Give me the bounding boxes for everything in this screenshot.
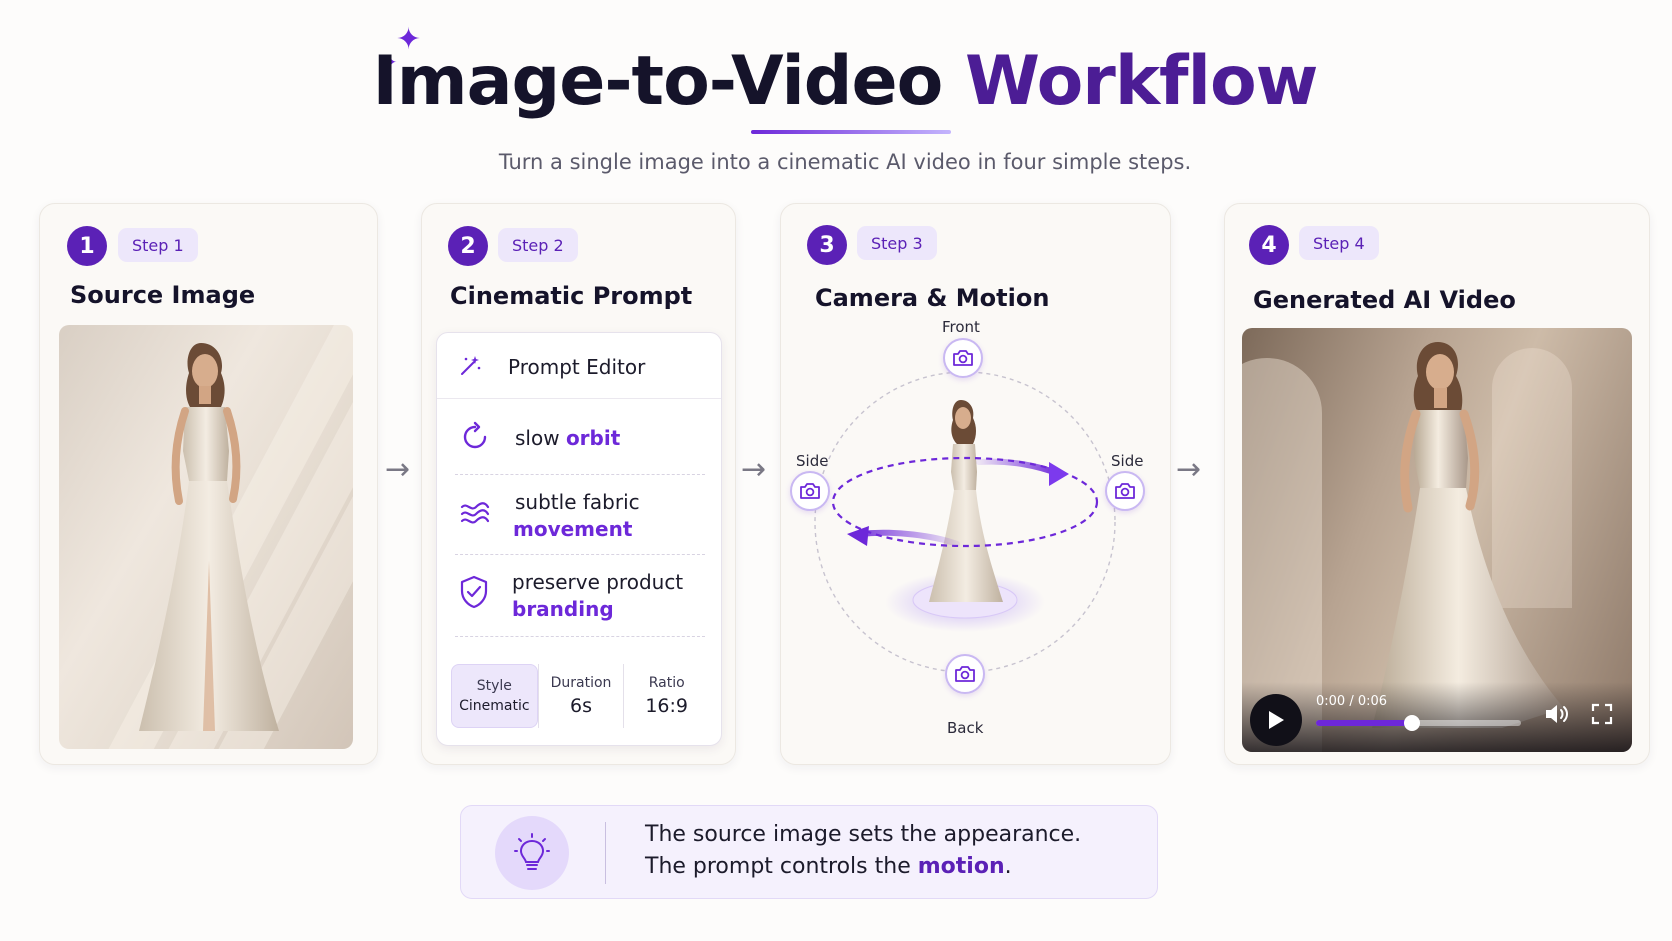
prompt-row-orbit[interactable]: slow orbit <box>455 399 705 475</box>
camera-icon <box>1115 483 1135 499</box>
camera-icon <box>953 350 973 366</box>
param-key: Ratio <box>648 675 685 691</box>
camera-front-button[interactable] <box>943 338 983 378</box>
prompt-keyword: orbit <box>565 426 621 450</box>
callout-box: The source image sets the appearance. Th… <box>460 805 1158 899</box>
param-ratio[interactable]: Ratio 16:9 <box>623 664 709 728</box>
video-controls: 0:00 / 0:06 <box>1242 682 1632 752</box>
camera-icon <box>800 483 820 499</box>
callout-line-2: The prompt controls the motion. <box>645 854 1012 879</box>
video-progress-fill <box>1316 720 1413 726</box>
step-card-cinematic-prompt: 2 Step 2 Cinematic Prompt Prompt Editor … <box>421 203 736 765</box>
prompt-row-movement[interactable]: subtle fabric movement <box>455 475 705 555</box>
lightbulb-icon <box>495 816 569 890</box>
play-button[interactable] <box>1250 694 1302 746</box>
prompt-params: Style Cinematic Duration 6s Ratio 16:9 <box>451 664 709 728</box>
camera-label-back: Back <box>947 719 984 737</box>
fullscreen-icon[interactable] <box>1590 702 1614 730</box>
prompt-editor-label: Prompt Editor <box>508 355 646 379</box>
param-key: Duration <box>550 675 612 691</box>
callout-keyword: motion <box>917 854 1005 879</box>
prompt-text: slow <box>515 426 560 450</box>
prompt-row-branding[interactable]: preserve product branding <box>455 555 705 637</box>
callout-period: . <box>1004 854 1012 879</box>
model-figure <box>139 343 279 731</box>
camera-back-button[interactable] <box>945 654 985 694</box>
callout-line-1: The source image sets the appearance. <box>645 822 1082 847</box>
step-card-source-image: 1 Step 1 Source Image <box>39 203 378 765</box>
step-pill: Step 1 <box>118 228 198 262</box>
step-pill: Step 4 <box>1299 226 1379 260</box>
play-icon <box>1269 711 1284 729</box>
camera-label-side-right: Side <box>1111 452 1144 470</box>
page-subtitle: Turn a single image into a cinematic AI … <box>498 150 1192 174</box>
title-underline <box>751 130 951 134</box>
title-main: Image-to-Video <box>372 42 944 121</box>
shield-check-icon <box>459 575 489 616</box>
callout-text: The prompt controls the <box>645 854 911 879</box>
param-duration[interactable]: Duration 6s <box>537 664 624 728</box>
magic-wand-icon <box>459 353 483 383</box>
step-pill: Step 2 <box>498 228 578 262</box>
prompt-editor[interactable]: Prompt Editor slow orbit subtle fabric m… <box>436 332 722 746</box>
video-progress-handle[interactable] <box>1404 715 1421 731</box>
step-title: Source Image <box>70 281 256 309</box>
prompt-keyword: branding <box>512 597 614 621</box>
waves-icon <box>459 499 491 534</box>
flow-arrow-icon: → <box>741 452 767 487</box>
param-value: 16:9 <box>645 695 689 717</box>
param-value: Cinematic <box>459 698 530 714</box>
param-style[interactable]: Style Cinematic <box>451 664 538 728</box>
flow-arrow-icon: → <box>1176 452 1202 487</box>
video-time: 0:00 / 0:06 <box>1316 694 1388 709</box>
step-title: Generated AI Video <box>1253 286 1516 314</box>
param-value: 6s <box>570 695 592 717</box>
volume-icon[interactable] <box>1544 702 1570 732</box>
flow-arrow-icon: → <box>385 452 411 487</box>
camera-side-right-button[interactable] <box>1105 471 1145 511</box>
camera-icon <box>955 666 975 682</box>
step-number: 4 <box>1249 225 1289 265</box>
video-progress-bar[interactable] <box>1316 715 1521 731</box>
step-number: 1 <box>67 226 107 266</box>
prompt-editor-header: Prompt Editor <box>437 333 721 399</box>
page-title: Image-to-Video Workflow <box>0 42 1672 121</box>
prompt-keyword: movement <box>513 517 633 541</box>
camera-label-side-left: Side <box>796 452 829 470</box>
param-key: Style <box>476 678 512 694</box>
step-card-camera-motion: 3 Step 3 Camera & Motion Front Side Side <box>780 203 1171 765</box>
prompt-text: preserve product <box>512 570 684 594</box>
step-title: Cinematic Prompt <box>450 282 693 310</box>
title-accent: Workflow <box>965 42 1318 121</box>
orbit-icon <box>459 421 491 460</box>
camera-label-front: Front <box>942 318 980 336</box>
step-card-generated-video: 4 Step 4 Generated AI Video 0:00 / 0:06 <box>1224 203 1650 765</box>
video-player[interactable]: 0:00 / 0:06 <box>1242 328 1632 752</box>
callout-divider <box>605 822 606 884</box>
camera-side-left-button[interactable] <box>790 471 830 511</box>
step-number: 2 <box>448 226 488 266</box>
source-image <box>59 325 353 749</box>
prompt-text: subtle fabric <box>515 490 640 514</box>
